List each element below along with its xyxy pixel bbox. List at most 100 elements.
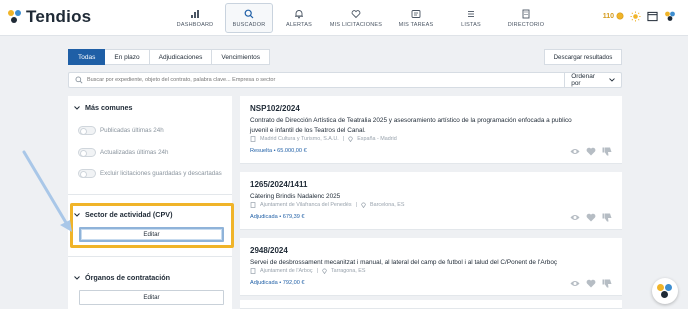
divider: [68, 256, 232, 257]
result-card[interactable]: 1265/2024/1411 Càtering Brindis Nadalenc…: [240, 172, 622, 230]
nav-mis-tareas[interactable]: MIS TAREAS: [387, 0, 445, 36]
bell-icon: [295, 9, 303, 18]
search-input[interactable]: [86, 77, 565, 83]
list-icon: [468, 10, 474, 17]
tab-vencimientos[interactable]: Vencimientos: [212, 49, 271, 65]
sort-dropdown[interactable]: Ordenar por: [564, 73, 621, 87]
result-card[interactable]: 2948/2024 Servei de desbrossament mecani…: [240, 238, 622, 296]
eye-icon[interactable]: [570, 213, 580, 222]
assistant-button[interactable]: [652, 278, 678, 304]
toggle-row[interactable]: Publicadas últimas 24h: [78, 126, 164, 135]
tender-meta: Madrid Cultura y Turismo, S.A.U. | Españ…: [250, 136, 397, 142]
tender-organization: Madrid Cultura y Turismo, S.A.U.: [260, 136, 339, 142]
tender-number[interactable]: 1265/2024/1411: [250, 180, 307, 189]
tab-en-plazo[interactable]: En plazo: [105, 49, 150, 65]
nav-buscador[interactable]: BUSCADOR: [225, 3, 273, 33]
tender-status: Adjudicada • 679,39 €: [250, 214, 305, 220]
result-card[interactable]: NSP102/2024 Contrato de Dirección Artíst…: [240, 96, 622, 164]
tender-organization: Ajuntament de Vilafranca del Penedès: [260, 202, 352, 208]
tender-description: Càtering Brindis Nadalenc 2025: [250, 193, 341, 200]
heart-icon[interactable]: [586, 147, 596, 156]
nav-mis-licitaciones[interactable]: MIS LICITACIONES: [325, 0, 387, 36]
edit-organos-button[interactable]: Editar: [79, 290, 224, 305]
result-tabs: Todas En plazo Adjudicaciones Vencimient…: [68, 49, 271, 65]
nav-label: LISTAS: [461, 21, 481, 28]
thumbs-down-icon[interactable]: [602, 279, 612, 288]
highlight-box: [70, 203, 234, 248]
nav-label: BUSCADOR: [232, 21, 266, 28]
location-pin-icon: [322, 268, 327, 274]
brand-name: Tendios: [26, 7, 92, 26]
tender-number[interactable]: 2948/2024: [250, 246, 288, 255]
tender-meta: Ajuntament de l'Arboç | Tarragona, ES: [250, 268, 365, 274]
download-results-button[interactable]: Descargar resultados: [544, 49, 622, 65]
toggle-row[interactable]: Actualizadas últimas 24h: [78, 148, 168, 157]
nav-label: DIRECTORIO: [507, 21, 545, 28]
top-bar: Tendios DASHBOARD BUSCADOR ALERTAS MIS L…: [0, 0, 688, 36]
heart-icon: [351, 9, 361, 18]
heart-icon[interactable]: [586, 213, 596, 222]
toggle-row[interactable]: Excluir licitaciones guardadas y descart…: [78, 169, 222, 178]
nav-dashboard[interactable]: DASHBOARD: [165, 0, 225, 36]
nav-label: DASHBOARD: [176, 21, 214, 28]
tender-location: Barcelona, ES: [370, 202, 405, 208]
search-icon: [244, 9, 254, 18]
location-pin-icon: [348, 136, 353, 142]
coins-counter[interactable]: 110: [603, 12, 624, 20]
tender-location: España - Madrid: [357, 136, 397, 142]
search-bar: Ordenar por: [68, 72, 622, 88]
logo-icon: [8, 10, 22, 24]
nav-label: ALERTAS: [286, 21, 312, 28]
meta-separator: |: [342, 136, 345, 142]
filter-section-title: Más comunes: [85, 103, 133, 112]
thumbs-down-icon[interactable]: [602, 213, 612, 222]
result-card[interactable]: [240, 300, 622, 309]
bar-chart-icon: [191, 9, 199, 18]
building-icon: [250, 136, 256, 142]
tender-number[interactable]: NSP102/2024: [250, 104, 300, 113]
eye-icon[interactable]: [570, 279, 580, 288]
toggle-switch[interactable]: [78, 169, 96, 178]
logo[interactable]: Tendios: [8, 7, 91, 27]
main-nav: DASHBOARD BUSCADOR ALERTAS MIS LICITACIO…: [165, 0, 555, 36]
nav-label: MIS LICITACIONES: [329, 21, 383, 28]
thumbs-down-icon[interactable]: [602, 147, 612, 156]
toggle-switch[interactable]: [78, 126, 96, 135]
tender-meta: Ajuntament de Vilafranca del Penedès | B…: [250, 202, 404, 208]
top-right-tools: 110: [603, 10, 676, 22]
nav-directorio[interactable]: DIRECTORIO: [497, 0, 555, 36]
window-icon[interactable]: [647, 11, 658, 22]
nav-listas[interactable]: LISTAS: [445, 0, 497, 36]
tab-todas[interactable]: Todas: [68, 49, 106, 65]
building-icon: [250, 202, 256, 208]
location-pin-icon: [361, 202, 366, 208]
toggle-label: Actualizadas últimas 24h: [100, 149, 169, 156]
tender-description: Servei de desbrossament mecanitzat i man…: [250, 259, 558, 266]
filter-section-organos[interactable]: Órganos de contratación: [74, 273, 170, 282]
card-actions: [570, 279, 612, 288]
tab-adjudicaciones[interactable]: Adjudicaciones: [149, 49, 213, 65]
heart-icon[interactable]: [586, 279, 596, 288]
tasks-icon: [411, 9, 421, 18]
nav-alertas[interactable]: ALERTAS: [273, 0, 325, 36]
meta-separator: |: [355, 202, 358, 208]
tender-description: Contrato de Dirección Artística de Teatr…: [250, 117, 572, 134]
coins-icon: [616, 12, 624, 20]
toggle-switch[interactable]: [78, 148, 96, 157]
tender-location: Tarragona, ES: [330, 268, 366, 274]
building-icon: [250, 268, 256, 274]
user-avatar-icon[interactable]: [664, 10, 676, 22]
search-icon: [75, 76, 83, 84]
chevron-down-icon: [74, 105, 80, 110]
coins-value: 110: [602, 12, 614, 20]
tender-status: Adjudicada • 792,00 €: [250, 280, 305, 286]
sort-label: Ordenar por: [571, 73, 596, 87]
tender-organization: Ajuntament de l'Arboç: [260, 268, 313, 274]
filter-section-title: Órganos de contratación: [85, 273, 171, 282]
chevron-down-icon: [74, 275, 80, 280]
building-icon: [522, 9, 530, 18]
eye-icon[interactable]: [570, 147, 580, 156]
sun-icon[interactable]: [630, 10, 641, 22]
filter-section-common[interactable]: Más comunes: [74, 103, 133, 112]
nav-label: MIS TAREAS: [398, 21, 434, 28]
